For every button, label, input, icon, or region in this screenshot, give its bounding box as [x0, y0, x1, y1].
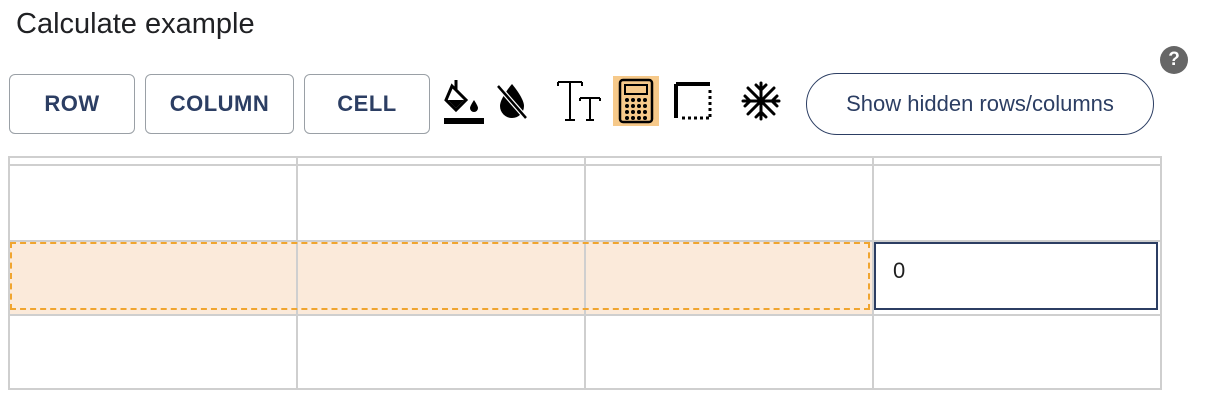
grid-cell-selected[interactable]	[296, 240, 586, 316]
help-icon[interactable]: ?	[1160, 46, 1188, 74]
active-cell-editor[interactable]: 0	[874, 242, 1158, 310]
page-title: Calculate example	[16, 8, 255, 40]
grid-cell[interactable]	[872, 156, 1162, 166]
grid-cell[interactable]	[296, 156, 586, 166]
no-fill-icon[interactable]	[492, 76, 532, 126]
grid-cell[interactable]	[872, 314, 1162, 390]
grid-cell[interactable]	[296, 314, 586, 390]
grid-cell[interactable]	[584, 156, 874, 166]
column-button[interactable]: COLUMN	[145, 74, 294, 134]
grid-cell[interactable]	[584, 314, 874, 390]
grid-cell-selected[interactable]	[584, 240, 874, 316]
cell-button[interactable]: CELL	[304, 74, 430, 134]
fill-color-icon[interactable]	[442, 76, 486, 126]
grid-cell[interactable]	[8, 156, 298, 166]
grid-cell[interactable]	[8, 164, 298, 242]
grid-cell[interactable]	[296, 164, 586, 242]
freeze-icon[interactable]	[738, 76, 784, 126]
show-hidden-button[interactable]: Show hidden rows/columns	[806, 73, 1154, 135]
border-style-icon[interactable]	[672, 76, 714, 126]
grid-cell[interactable]	[584, 164, 874, 242]
calculator-icon[interactable]	[613, 76, 659, 126]
grid-cell-selected[interactable]	[8, 240, 298, 316]
row-button[interactable]: ROW	[9, 74, 135, 134]
grid-cell[interactable]	[8, 314, 298, 390]
text-size-icon[interactable]	[554, 76, 604, 126]
grid-cell[interactable]	[872, 164, 1162, 242]
